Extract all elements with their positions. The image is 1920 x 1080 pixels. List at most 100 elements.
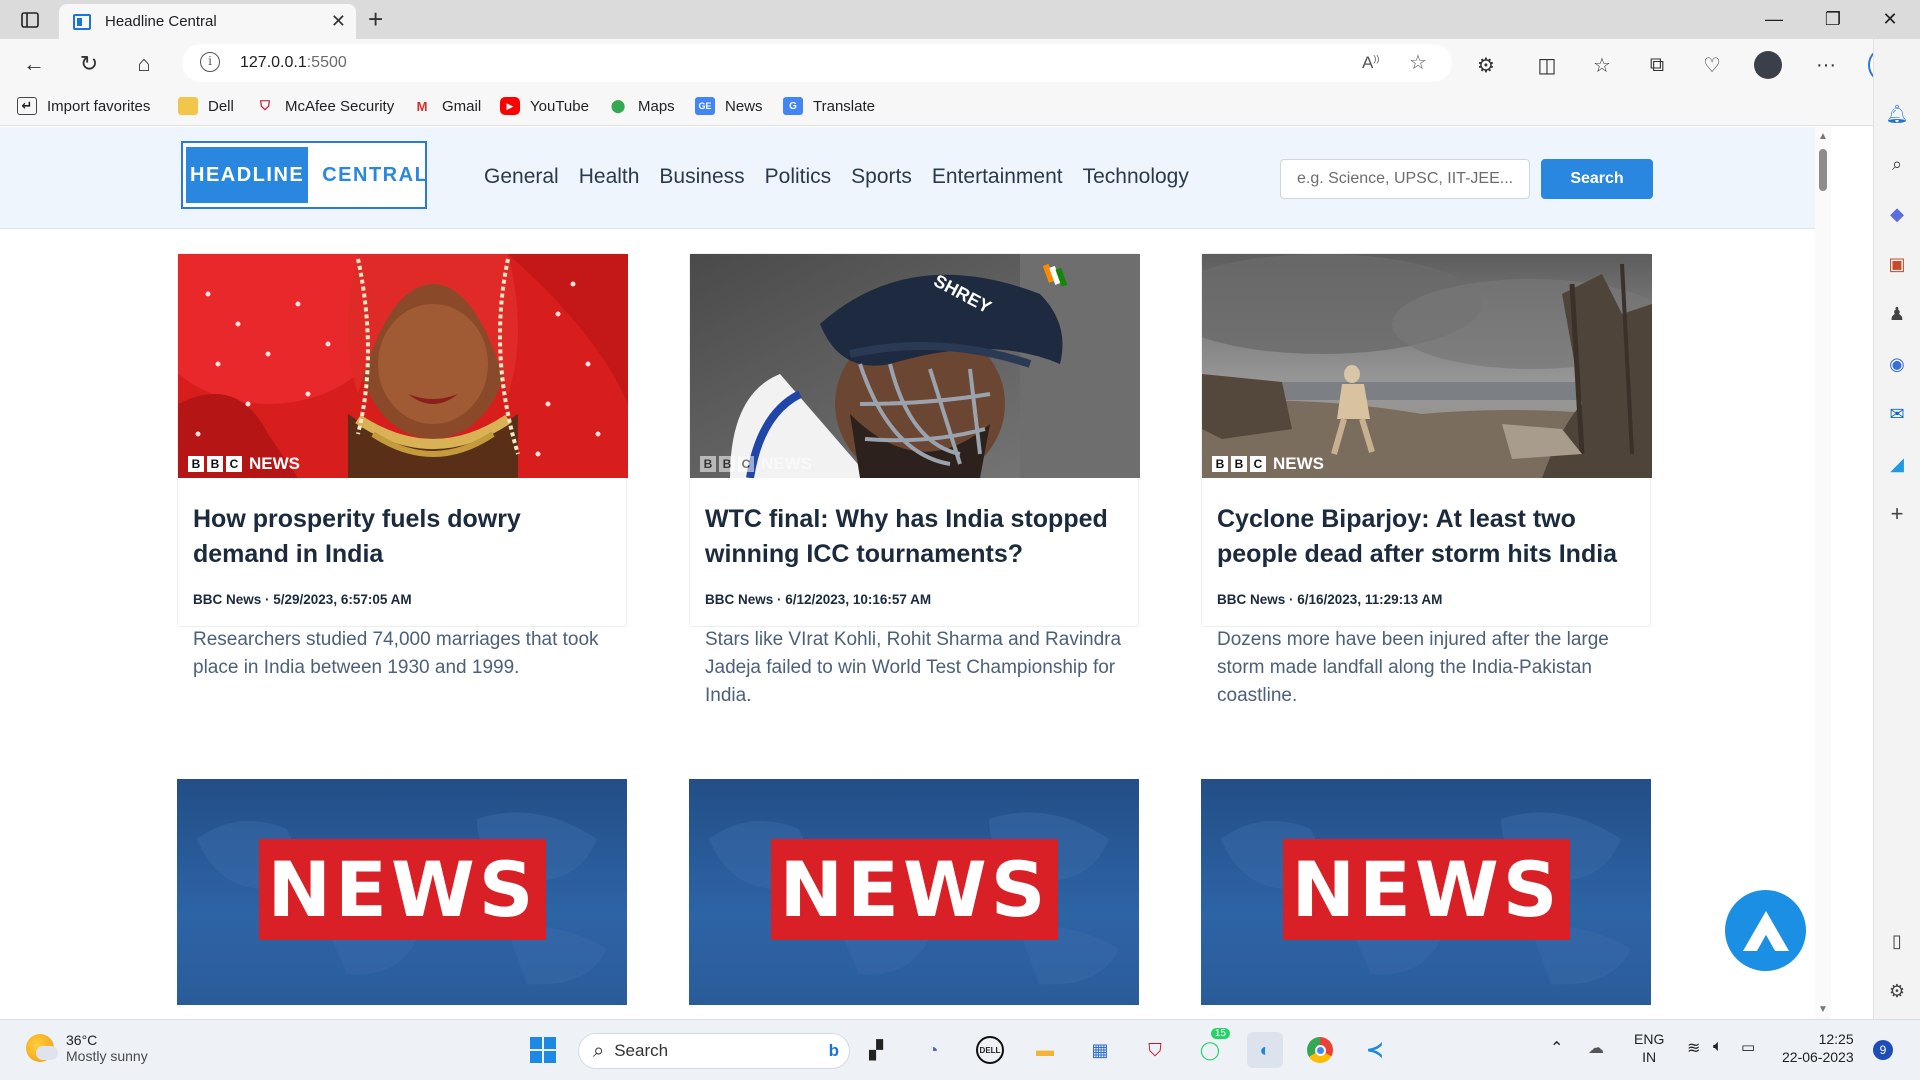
extensions-icon[interactable]: ⚙: [1472, 51, 1500, 79]
nav-sports[interactable]: Sports: [851, 165, 912, 189]
dell-icon[interactable]: DELL: [972, 1032, 1008, 1068]
whatsapp-icon[interactable]: ◯ 15: [1192, 1028, 1230, 1068]
outlook-icon[interactable]: ✉: [1884, 401, 1910, 427]
nav-entertainment[interactable]: Entertainment: [932, 165, 1063, 189]
site-logo[interactable]: HEADLINE CENTRAL: [181, 141, 427, 209]
edge-browser-icon[interactable]: ◐: [1247, 1032, 1283, 1068]
show-hidden-icons[interactable]: ⌃: [1550, 1038, 1563, 1058]
search-button[interactable]: Search: [1541, 159, 1653, 199]
games-icon[interactable]: ♟: [1884, 301, 1910, 327]
floating-assistant-button[interactable]: [1725, 890, 1806, 971]
weather-condition: Mostly sunny: [66, 1048, 148, 1064]
onedrive-cloud-icon[interactable]: ☁: [1588, 1038, 1604, 1058]
news-placeholder-image[interactable]: NEWS: [177, 779, 627, 1005]
bookmark-maps[interactable]: ⬤ Maps: [608, 97, 675, 115]
volume-icon[interactable]: 🔈︎: [1713, 1038, 1723, 1056]
search-input[interactable]: [1280, 159, 1530, 199]
bookmark-youtube[interactable]: ▶ YouTube: [500, 97, 589, 115]
vscode-icon[interactable]: ≺: [1357, 1032, 1393, 1068]
add-sidebar-app-icon[interactable]: +: [1884, 501, 1910, 527]
article-meta: BBC News · 6/12/2023, 10:16:57 AM: [705, 592, 932, 607]
collections-icon[interactable]: ⧉: [1643, 51, 1671, 79]
scrollbar-thumb[interactable]: [1819, 149, 1827, 191]
minimize-button[interactable]: —: [1746, 4, 1802, 34]
restore-button[interactable]: ❐: [1805, 4, 1861, 34]
tab-close-icon[interactable]: ✕: [331, 11, 346, 32]
bookmark-import-favorites[interactable]: ↵ Import favorites: [17, 97, 150, 115]
bing-icon: b: [828, 1041, 839, 1060]
article-image[interactable]: B B C NEWS: [1202, 254, 1652, 478]
news-placeholder-image[interactable]: NEWS: [1201, 779, 1651, 1005]
article-card[interactable]: B B C NEWS How prosperity fuels dowry deman…: [177, 253, 628, 678]
notification-count-badge[interactable]: 9: [1873, 1040, 1893, 1060]
nav-health[interactable]: Health: [579, 165, 640, 189]
bookmark-mcafee[interactable]: ⛉ McAfee Security: [255, 97, 394, 115]
sidebar-search-icon[interactable]: ⌕: [1884, 151, 1910, 177]
scroll-down-icon[interactable]: ▼: [1818, 1004, 1828, 1015]
browser-tab-strip: Headline Central ✕ + — ❐ ✕: [0, 0, 1920, 39]
favorites-icon[interactable]: ☆: [1588, 51, 1616, 79]
drop-icon[interactable]: ◢: [1884, 451, 1910, 477]
windows-start-icon[interactable]: [525, 1032, 561, 1068]
wifi-icon[interactable]: ≋: [1687, 1038, 1700, 1058]
nav-politics[interactable]: Politics: [765, 165, 832, 189]
shopping-tag-icon[interactable]: ◆: [1884, 201, 1910, 227]
mcafee-taskbar-icon[interactable]: ⛉: [1137, 1032, 1173, 1068]
microsoft-store-icon[interactable]: ▦: [1082, 1032, 1118, 1068]
favorite-star-icon[interactable]: ☆: [1409, 50, 1427, 75]
bookmark-dell[interactable]: Dell: [178, 97, 234, 115]
microsoft365-icon[interactable]: ◉: [1884, 351, 1910, 377]
home-icon[interactable]: ⌂: [128, 48, 160, 80]
browser-tab-active[interactable]: Headline Central ✕: [59, 4, 356, 39]
hide-sidebar-icon[interactable]: ▯: [1884, 928, 1910, 954]
sidebar-settings-icon[interactable]: ⚙: [1884, 978, 1910, 1004]
bookmark-gmail[interactable]: M Gmail: [412, 97, 482, 115]
split-screen-icon[interactable]: ◫: [1533, 51, 1561, 79]
address-url[interactable]: 127.0.0.1:5500: [240, 54, 347, 72]
tools-icon[interactable]: ▣: [1884, 251, 1910, 277]
article-card[interactable]: B B C NEWS Cyclone Biparjoy: At least two p…: [1201, 253, 1652, 706]
close-window-button[interactable]: ✕: [1862, 4, 1918, 34]
nav-general[interactable]: General: [484, 165, 559, 189]
task-view-icon[interactable]: ▞: [858, 1032, 894, 1068]
site-info-icon[interactable]: i: [200, 52, 220, 72]
news-placeholder-image[interactable]: NEWS: [689, 779, 1139, 1005]
bookmark-label: McAfee Security: [285, 97, 395, 115]
article-meta: BBC News · 6/16/2023, 11:29:13 AM: [1217, 592, 1443, 607]
bookmark-translate[interactable]: G Translate: [783, 97, 875, 115]
article-meta: BBC News · 5/29/2023, 6:57:05 AM: [193, 592, 412, 607]
bookmark-news[interactable]: GE News: [695, 97, 763, 115]
chrome-icon[interactable]: [1302, 1032, 1338, 1068]
site-header: HEADLINE CENTRAL General Health Business…: [0, 127, 1831, 229]
clock-date: 22-06-2023: [1782, 1049, 1854, 1065]
clock[interactable]: 12:25 22-06-2023: [1782, 1030, 1854, 1066]
new-tab-button[interactable]: +: [368, 5, 383, 33]
article-image[interactable]: SHREY B B C NEWS: [690, 254, 1140, 478]
battery-icon[interactable]: ▭: [1741, 1038, 1755, 1056]
refresh-icon[interactable]: ↻: [73, 48, 105, 80]
tab-actions-icon[interactable]: [16, 6, 44, 34]
article-title[interactable]: WTC final: Why has India stopped winning…: [705, 502, 1125, 572]
search-icon: ⌕: [593, 1039, 605, 1062]
browser-essentials-icon[interactable]: ♡: [1698, 51, 1726, 79]
read-aloud-icon[interactable]: A)): [1362, 53, 1379, 73]
article-card[interactable]: SHREY B B C NEWS WTC final: Why has India s…: [689, 253, 1140, 706]
taskbar-search[interactable]: ⌕ Search b: [578, 1033, 850, 1069]
nav-technology[interactable]: Technology: [1083, 165, 1189, 189]
weather-widget[interactable]: 36°C Mostly sunny: [26, 1032, 148, 1064]
region-label: IN: [1642, 1049, 1657, 1065]
teams-chat-icon[interactable]: ◔: [915, 1032, 951, 1068]
article-title[interactable]: How prosperity fuels dowry demand in Ind…: [193, 502, 613, 572]
file-explorer-icon[interactable]: ▬: [1027, 1032, 1063, 1068]
more-menu-icon[interactable]: ···: [1812, 51, 1840, 79]
nav-business[interactable]: Business: [659, 165, 744, 189]
article-title[interactable]: Cyclone Biparjoy: At least two people de…: [1217, 502, 1637, 572]
address-bar[interactable]: i 127.0.0.1:5500 A)) ☆: [182, 44, 1452, 82]
language-indicator[interactable]: ENG IN: [1634, 1030, 1664, 1066]
profile-avatar[interactable]: [1754, 51, 1782, 79]
notifications-bell-icon[interactable]: 🔔︎: [1884, 101, 1910, 127]
article-image[interactable]: B B C NEWS: [178, 254, 628, 478]
scroll-up-icon[interactable]: ▲: [1818, 131, 1828, 142]
page-scrollbar[interactable]: ▲ ▼: [1815, 127, 1831, 1019]
back-icon[interactable]: ←: [18, 48, 50, 80]
